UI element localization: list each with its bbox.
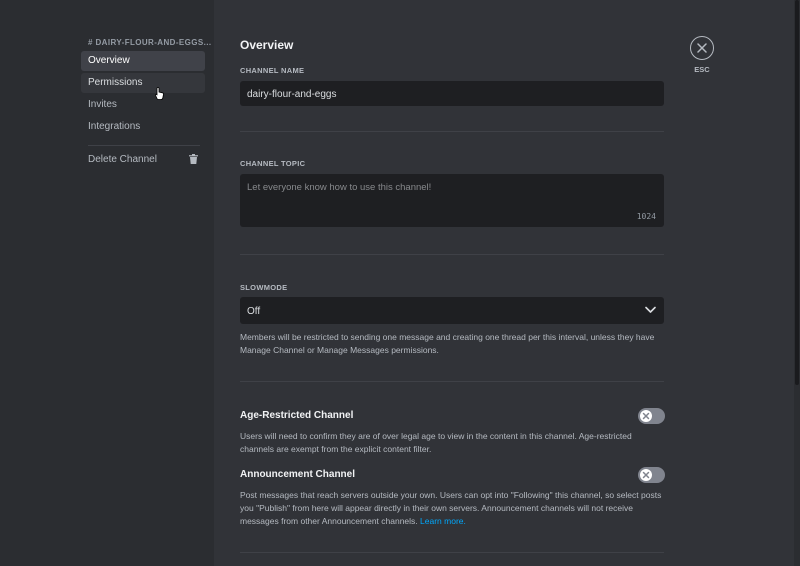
slowmode-select[interactable]: Off xyxy=(240,297,664,324)
age-restricted-title: Age-Restricted Channel xyxy=(240,410,354,421)
page-title: Overview xyxy=(240,38,294,52)
toggle-knob xyxy=(640,410,652,422)
slowmode-description: Members will be restricted to sending on… xyxy=(240,332,655,355)
announcement-description: Post messages that reach servers outside… xyxy=(240,489,664,528)
slowmode-selected-value: Off xyxy=(247,306,261,317)
announcement-toggle[interactable] xyxy=(638,467,665,483)
sidebar-divider xyxy=(88,145,200,146)
delete-channel-button[interactable]: Delete Channel xyxy=(81,150,205,170)
sidebar-channel-header: # DAIRY-FLOUR-AND-EGGS... xyxy=(88,38,212,47)
pointer-cursor-icon xyxy=(155,87,164,100)
scrollbar-thumb[interactable] xyxy=(795,0,799,385)
sidebar-item-integrations[interactable]: Integrations xyxy=(81,117,205,137)
x-icon xyxy=(642,412,650,420)
toggle-knob xyxy=(640,469,652,481)
character-counter: 1024 xyxy=(636,212,656,221)
sidebar-item-overview[interactable]: Overview xyxy=(81,51,205,71)
trash-icon[interactable] xyxy=(189,154,198,164)
announcement-title: Announcement Channel xyxy=(240,469,356,480)
channel-topic-placeholder: Let everyone know how to use this channe… xyxy=(247,182,432,193)
section-divider xyxy=(240,131,664,132)
section-divider xyxy=(240,381,664,382)
slowmode-label: SLOWMODE xyxy=(240,283,288,292)
channel-name-input[interactable]: dairy-flour-and-eggs xyxy=(240,81,664,106)
channel-name-label: CHANNEL NAME xyxy=(240,66,305,75)
channel-name-value: dairy-flour-and-eggs xyxy=(247,89,337,100)
learn-more-link[interactable]: Learn more. xyxy=(420,516,466,526)
sidebar-item-invites[interactable]: Invites xyxy=(81,95,205,115)
content-scrollbar[interactable] xyxy=(794,0,800,566)
age-restricted-description: Users will need to confirm they are of o… xyxy=(240,431,632,454)
esc-label: ESC xyxy=(694,65,710,74)
channel-topic-label: CHANNEL TOPIC xyxy=(240,159,306,168)
close-icon xyxy=(697,43,707,53)
settings-sidebar: # DAIRY-FLOUR-AND-EGGS... Overview Permi… xyxy=(0,0,214,566)
x-icon xyxy=(642,471,650,479)
channel-topic-textarea[interactable]: Let everyone know how to use this channe… xyxy=(240,174,664,227)
age-restricted-toggle[interactable] xyxy=(638,408,665,424)
section-divider xyxy=(240,254,664,255)
sidebar-item-permissions[interactable]: Permissions xyxy=(81,73,205,93)
section-divider xyxy=(240,552,664,553)
chevron-down-icon xyxy=(645,306,656,313)
close-settings-button[interactable] xyxy=(690,36,714,60)
